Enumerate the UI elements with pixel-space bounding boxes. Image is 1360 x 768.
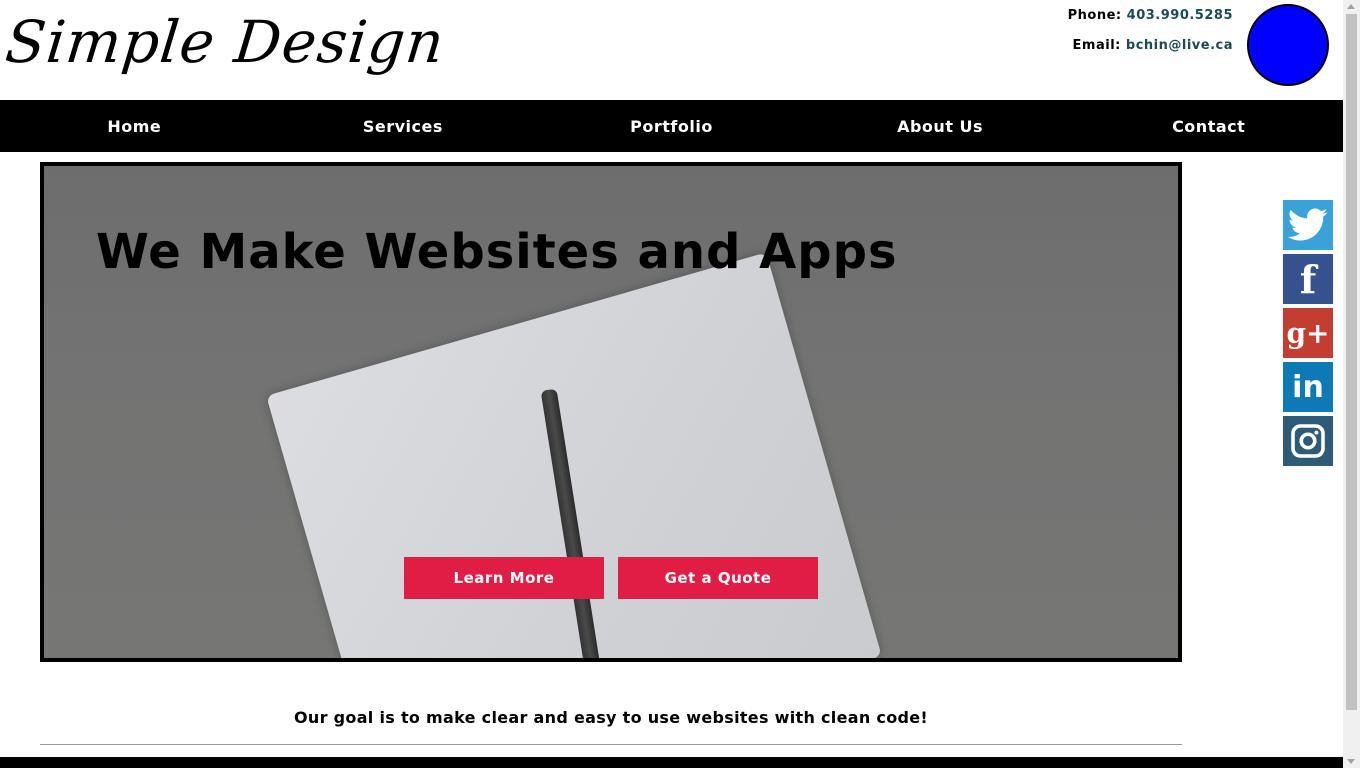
nav-about-us[interactable]: About Us	[806, 100, 1075, 152]
nav-portfolio[interactable]: Portfolio	[537, 100, 806, 152]
main-nav: Home Services Portfolio About Us Contact	[0, 100, 1343, 152]
scroll-up-icon[interactable]	[1347, 4, 1355, 9]
instagram-icon[interactable]	[1283, 416, 1333, 466]
tagline: Our goal is to make clear and easy to us…	[294, 708, 928, 727]
site-logo[interactable]: Simple Design	[2, 6, 448, 78]
avatar-circle	[1247, 4, 1329, 86]
social-links: f g+ in	[1283, 200, 1333, 470]
twitter-icon[interactable]	[1283, 200, 1333, 250]
divider	[40, 744, 1182, 745]
page: Simple Design Phone: 403.990.5285 Email:…	[0, 0, 1343, 768]
footer-bar	[0, 757, 1343, 768]
contact-info: Phone: 403.990.5285 Email: bchin@live.ca	[1068, 6, 1233, 66]
facebook-icon[interactable]: f	[1283, 254, 1333, 304]
phone-link[interactable]: 403.990.5285	[1127, 8, 1233, 23]
vertical-scrollbar[interactable]	[1343, 0, 1360, 768]
email-line: Email: bchin@live.ca	[1068, 36, 1233, 66]
nav-home[interactable]: Home	[0, 100, 269, 152]
get-quote-button[interactable]: Get a Quote	[618, 557, 818, 599]
phone-line: Phone: 403.990.5285	[1068, 6, 1233, 36]
hero-banner: We Make Websites and Apps Learn More Get…	[40, 162, 1182, 662]
scroll-thumb[interactable]	[1346, 14, 1357, 710]
scroll-down-icon[interactable]	[1347, 759, 1355, 764]
email-link[interactable]: bchin@live.ca	[1126, 38, 1233, 53]
google-plus-icon[interactable]: g+	[1283, 308, 1333, 358]
learn-more-button[interactable]: Learn More	[404, 557, 604, 599]
nav-services[interactable]: Services	[269, 100, 538, 152]
linkedin-icon[interactable]: in	[1283, 362, 1333, 412]
hero-title: We Make Websites and Apps	[96, 224, 898, 280]
phone-label: Phone:	[1067, 8, 1122, 23]
email-label: Email:	[1072, 38, 1121, 53]
nav-contact[interactable]: Contact	[1074, 100, 1343, 152]
